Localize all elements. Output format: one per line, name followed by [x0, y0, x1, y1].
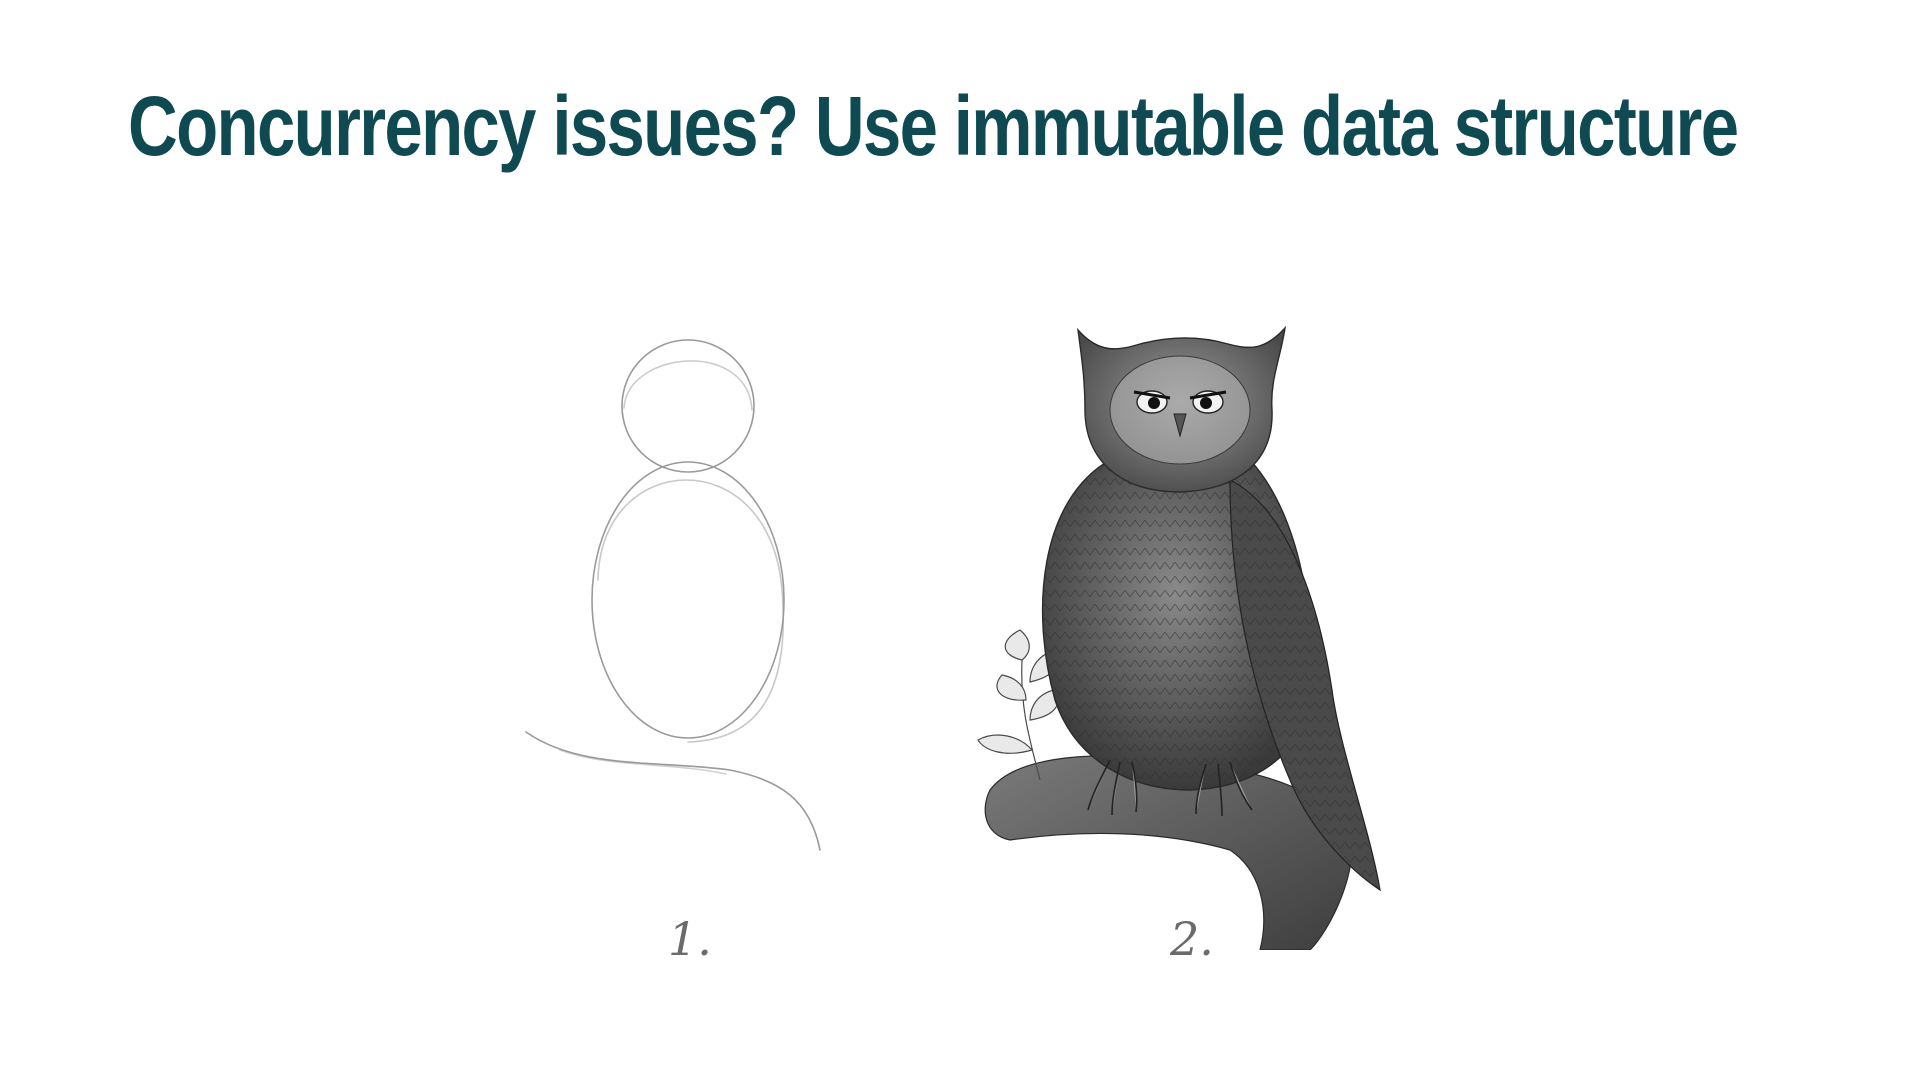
owl-sketch-step-1-image [525, 339, 821, 851]
slide: Concurrency issues? Use immutable data s… [0, 0, 1920, 1080]
owl-detailed-step-2-image [977, 325, 1381, 950]
step-1-label: 1. [668, 912, 712, 966]
slide-title: Concurrency issues? Use immutable data s… [128, 79, 1739, 173]
step-2-label: 2. [1170, 912, 1214, 966]
